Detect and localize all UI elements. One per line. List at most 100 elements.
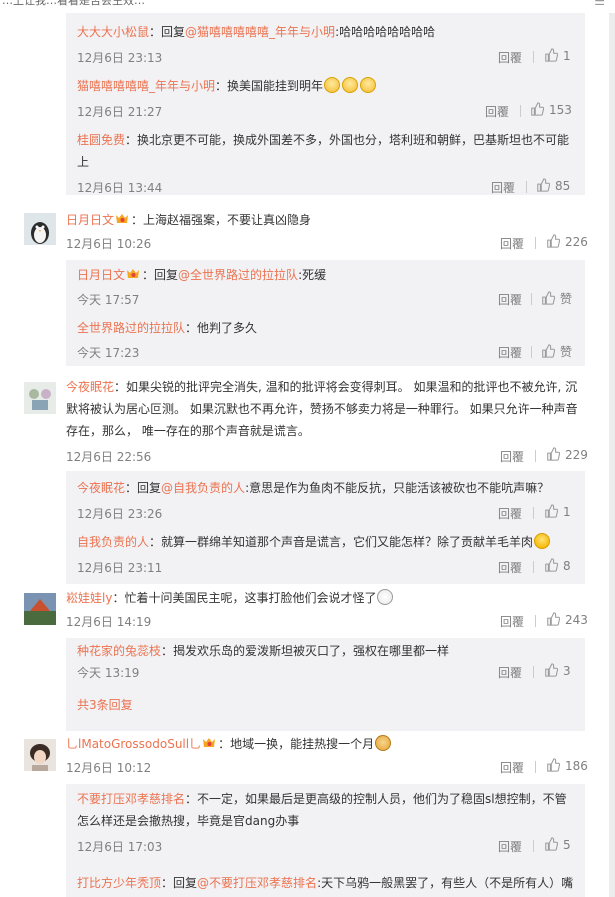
mention-link[interactable]: @猫嘻嘻嘻嘻嘻_年年与小明 [185, 25, 335, 39]
reply-button[interactable]: 回覆 [500, 448, 524, 465]
reply-username[interactable]: 不要打压邓孝慈排名 [77, 792, 185, 806]
reply-item: 大大大小松鼠：回复@猫嘻嘻嘻嘻嘻_年年与小明:哈哈哈哈哈哈哈哈 12月6日 23… [77, 25, 571, 66]
reply-button[interactable]: 回覆 [491, 179, 515, 196]
reply-button[interactable]: 回覆 [498, 49, 522, 66]
reply-box: 日月日文 ：回复@全世界路过的拉拉队:死缓 今天 17:57 回覆 赞 全世界路过… [66, 260, 585, 366]
divider [533, 666, 534, 678]
like-button[interactable]: 226 [546, 234, 588, 250]
reply-button[interactable]: 回覆 [500, 613, 524, 630]
laugh-cry-emoji-icon [342, 77, 359, 93]
like-count: 赞 [560, 345, 573, 359]
reply-username[interactable]: 桂圆免费 [77, 133, 125, 147]
like-count: 8 [563, 559, 571, 573]
reply-text: :意思是作为鱼肉不能反抗，只能活该被砍也不能吭声嘛？ [245, 481, 550, 495]
like-button[interactable]: 赞 [541, 290, 572, 306]
comment-username[interactable]: 乚lMatoGrossodoSull乚 [66, 737, 201, 751]
like-count: 3 [563, 664, 571, 678]
divider [535, 237, 536, 249]
reply-item: 自我负责的人：就算一群绵羊知道那个声音是谎言，它们又能怎样？除了贡献羊毛羊肉 1… [77, 533, 571, 576]
like-button[interactable]: 赞 [541, 343, 572, 359]
divider [535, 761, 536, 773]
like-button[interactable]: 1 [544, 48, 571, 64]
divider [535, 450, 536, 462]
comment-username[interactable]: 今夜眠花 [66, 380, 114, 394]
reply-time: 12月6日 23:11 [77, 561, 163, 575]
mention-link[interactable]: @不要打压邓孝慈排名 [197, 876, 317, 890]
doge-emoji-icon [375, 735, 392, 751]
mention-link[interactable]: @自我负责的人 [161, 481, 245, 495]
avatar[interactable] [24, 213, 56, 245]
reply-button[interactable]: 回覆 [498, 505, 522, 522]
reply-username[interactable]: 种花家的兔蕊枝 [77, 644, 161, 658]
like-button[interactable]: 153 [530, 102, 572, 118]
scrollbar[interactable] [609, 13, 615, 897]
reply-time: 12月6日 21:27 [77, 105, 163, 119]
vip-badge-icon [127, 269, 140, 278]
divider [526, 181, 527, 193]
reply-button[interactable]: 回覆 [500, 759, 524, 776]
reply-button[interactable]: 回覆 [498, 344, 522, 361]
avatar[interactable] [24, 382, 56, 414]
reply-item: 种花家的兔蕊枝：揭发欢乐岛的爱泼斯坦被灭口了，强权在哪里都一样 今天 13:19… [77, 644, 571, 681]
thumbs-up-icon [545, 663, 558, 677]
reply-time: 12月6日 17:03 [77, 840, 163, 854]
comment-username[interactable]: 崧娃娃ly [66, 591, 112, 605]
like-count: 赞 [560, 292, 573, 306]
reply-button[interactable]: 回覆 [498, 838, 522, 855]
reply-button[interactable]: 回覆 [498, 559, 522, 576]
divider [520, 105, 521, 117]
reply-item: 猫嘻嘻嘻嘻嘻_年年与小明：换美国能挂到明年 12月6日 21:27 回覆 153 [77, 77, 572, 120]
thumbs-up-icon [531, 102, 544, 116]
reply-box: 今夜眠花：回复@自我负责的人:意思是作为鱼肉不能反抗，只能活该被砍也不能吭声嘛？… [66, 471, 585, 584]
reply-button[interactable]: 回覆 [500, 235, 524, 252]
like-button[interactable]: 3 [544, 663, 571, 679]
reply-item: 打比方少年秃顶：回复@不要打压邓孝慈排名:天下乌鸦一般黑罢了，有些人（不是所有人… [66, 872, 585, 897]
reply-username[interactable]: 猫嘻嘻嘻嘻嘻_年年与小明 [77, 79, 215, 93]
reply-username[interactable]: 打比方少年秃顶 [77, 876, 161, 890]
thumbs-up-icon [547, 758, 560, 772]
like-button[interactable]: 186 [546, 758, 588, 774]
thumbs-up-icon [545, 48, 558, 62]
vip-badge-icon [203, 738, 216, 747]
search-text[interactable]: …上让我…看看是否会生效… [2, 0, 145, 8]
thumbs-up-icon [537, 178, 550, 192]
reply-button[interactable]: 回覆 [485, 103, 509, 120]
like-button[interactable]: 243 [546, 612, 588, 628]
mention-link[interactable]: @全世界路过的拉拉队 [178, 268, 298, 282]
thumbs-up-icon [542, 291, 555, 305]
reply-box: 不要打压邓孝慈排名：不一定，如果最后是更高级的控制人员，他们为了稳固sl想控制，… [66, 784, 585, 897]
like-count: 243 [565, 613, 588, 627]
like-count: 1 [563, 505, 571, 519]
reply-username[interactable]: 大大大小松鼠 [77, 25, 149, 39]
comment-username[interactable]: 日月日文 [66, 213, 114, 227]
reply-username[interactable]: 全世界路过的拉拉队 [77, 321, 185, 335]
like-button[interactable]: 85 [536, 178, 570, 194]
reply-time: 12月6日 23:26 [77, 507, 163, 521]
reply-username[interactable]: 自我负责的人 [77, 535, 149, 549]
menu-icon[interactable]: ☰ [594, 0, 605, 8]
thumbs-up-icon [545, 504, 558, 518]
thumbs-up-icon [547, 447, 560, 461]
like-button[interactable]: 5 [544, 837, 571, 853]
reply-button[interactable]: 回覆 [498, 664, 522, 681]
like-button[interactable]: 1 [544, 504, 571, 520]
avatar[interactable] [24, 739, 56, 771]
avatar[interactable] [24, 593, 56, 625]
divider [531, 293, 532, 305]
reply-button[interactable]: 回覆 [498, 291, 522, 308]
more-replies-link[interactable]: 共3条回复 [77, 696, 133, 713]
reply-username[interactable]: 今夜眠花 [77, 481, 125, 495]
like-count: 226 [565, 235, 588, 249]
like-button[interactable]: 8 [544, 558, 571, 574]
laugh-cry-emoji-icon [360, 77, 377, 93]
vip-badge-icon [116, 214, 129, 223]
reply-text: 就算一群绵羊知道那个声音是谎言，它们又能怎样？除了贡献羊毛羊肉 [161, 535, 534, 549]
like-button[interactable]: 229 [546, 447, 588, 463]
thumbs-up-icon [547, 612, 560, 626]
reply-time: 今天 17:23 [77, 346, 140, 360]
comment-text: 忙着十问美国民主呢，这事打脸他们会说才怪了 [124, 591, 377, 605]
like-count: 186 [565, 759, 588, 773]
reply-username[interactable]: 日月日文 [77, 268, 125, 282]
divider [535, 615, 536, 627]
reply-item: 不要打压邓孝慈排名：不一定，如果最后是更高级的控制人员，他们为了稳固sl想控制，… [77, 792, 571, 855]
